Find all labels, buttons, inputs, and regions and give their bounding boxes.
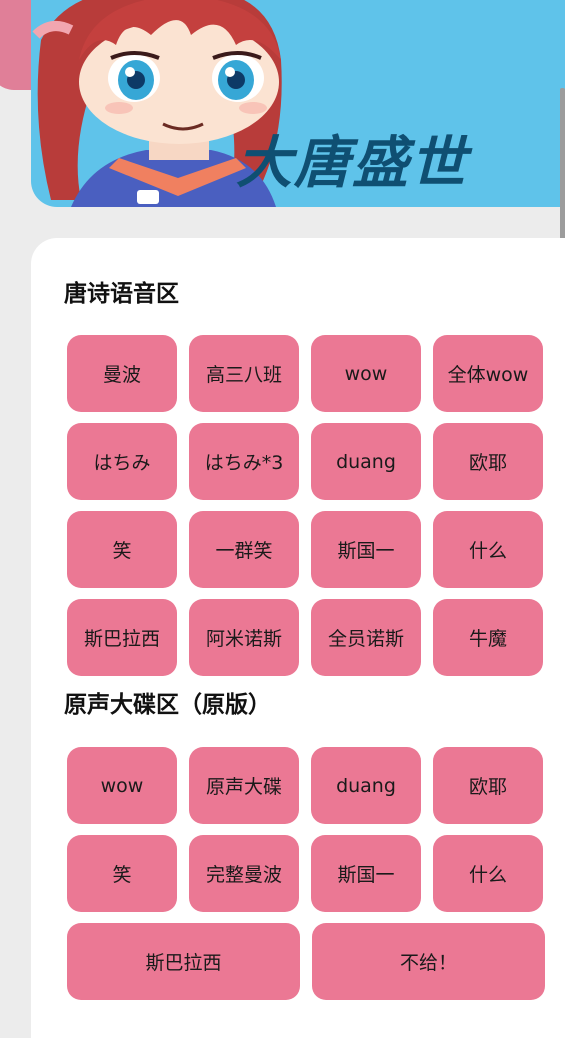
sound-button[interactable]: 一群笑 bbox=[189, 511, 299, 588]
sound-button[interactable]: 斯国一 bbox=[311, 835, 421, 912]
sound-button[interactable]: 原声大碟 bbox=[189, 747, 299, 824]
sound-button[interactable]: 曼波 bbox=[67, 335, 177, 412]
sound-button[interactable]: 阿米诺斯 bbox=[189, 599, 299, 676]
sound-button-wide[interactable]: 斯巴拉西 bbox=[67, 923, 300, 1000]
content-card: 唐诗语音区 曼波 高三八班 wow 全体wow はちみ はちみ*3 duang … bbox=[31, 238, 565, 1038]
sound-button[interactable]: 全员诺斯 bbox=[311, 599, 421, 676]
sound-button[interactable]: 斯国一 bbox=[311, 511, 421, 588]
sound-button[interactable]: 笑 bbox=[67, 511, 177, 588]
banner-title: 大唐盛世 bbox=[236, 130, 468, 196]
sound-button[interactable]: はちみ*3 bbox=[189, 423, 299, 500]
section-title-soundtrack: 原声大碟区（原版） bbox=[64, 692, 271, 718]
header-banner: 大唐盛世 bbox=[31, 0, 565, 207]
section-title-tang-poetry: 唐诗语音区 bbox=[64, 281, 179, 307]
sound-button[interactable]: 欧耶 bbox=[433, 747, 543, 824]
soundtrack-button-grid: wow 原声大碟 duang 欧耶 笑 完整曼波 斯国一 什么 bbox=[67, 747, 545, 912]
sound-button[interactable]: 斯巴拉西 bbox=[67, 599, 177, 676]
sound-button[interactable]: 什么 bbox=[433, 511, 543, 588]
sound-button[interactable]: 笑 bbox=[67, 835, 177, 912]
soundtrack-wide-button-row: 斯巴拉西 不给！ bbox=[67, 923, 545, 1000]
sound-button[interactable]: duang bbox=[311, 747, 421, 824]
sound-button[interactable]: 全体wow bbox=[433, 335, 543, 412]
sound-button-wide[interactable]: 不给！ bbox=[312, 923, 545, 1000]
sound-button[interactable]: 高三八班 bbox=[189, 335, 299, 412]
tang-poetry-button-grid: 曼波 高三八班 wow 全体wow はちみ はちみ*3 duang 欧耶 笑 一… bbox=[67, 335, 545, 676]
sound-button[interactable]: はちみ bbox=[67, 423, 177, 500]
sound-button[interactable]: duang bbox=[311, 423, 421, 500]
sound-button[interactable]: wow bbox=[67, 747, 177, 824]
sound-button[interactable]: 完整曼波 bbox=[189, 835, 299, 912]
sound-button[interactable]: 牛魔 bbox=[433, 599, 543, 676]
sound-button[interactable]: 欧耶 bbox=[433, 423, 543, 500]
sound-button[interactable]: wow bbox=[311, 335, 421, 412]
sound-button[interactable]: 什么 bbox=[433, 835, 543, 912]
